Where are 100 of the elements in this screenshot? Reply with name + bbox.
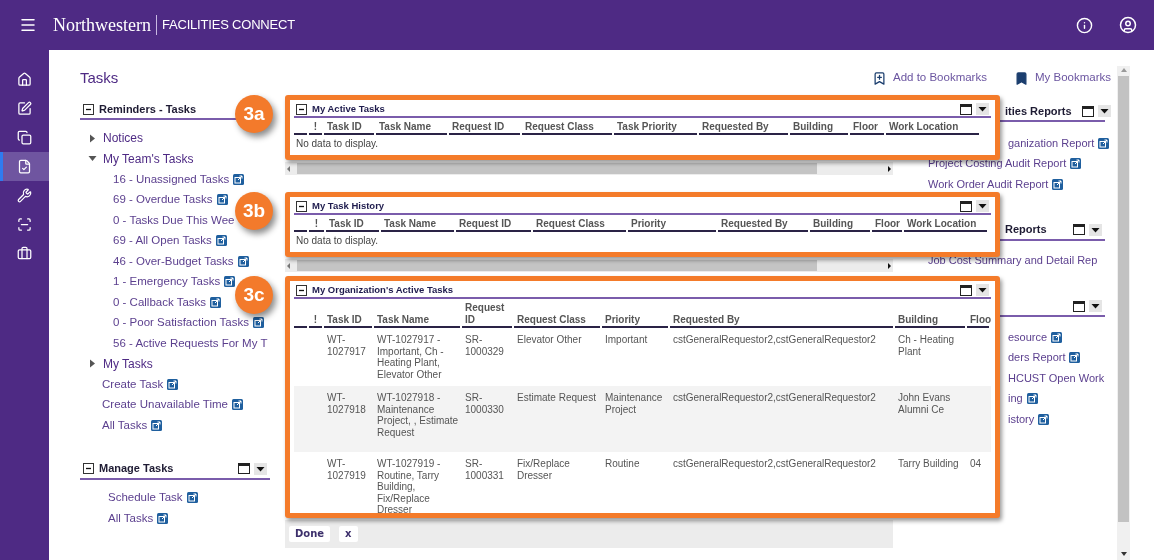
column-header[interactable]: Request Class	[533, 218, 626, 232]
popup-icon[interactable]	[1070, 158, 1082, 170]
footer-button[interactable]: x	[339, 526, 358, 542]
popup-icon[interactable]	[151, 419, 163, 431]
vertical-scrollbar[interactable]	[1117, 66, 1130, 560]
column-header[interactable]: Task Name	[381, 218, 454, 232]
dropdown-icon[interactable]	[976, 200, 989, 212]
bookmark-link[interactable]: My Bookmarks	[1013, 69, 1111, 87]
column-header[interactable]: Requested By	[718, 218, 808, 232]
task-link[interactable]: 0 - Callback Tasks	[113, 293, 207, 311]
task-link[interactable]: All Tasks	[108, 509, 154, 527]
popup-icon[interactable]	[215, 235, 227, 247]
task-link[interactable]: 0 - Poor Satisfaction Tasks	[113, 314, 249, 332]
report-link[interactable]: ganization Report	[1008, 136, 1095, 150]
task-link[interactable]: Schedule Task	[108, 489, 183, 507]
column-header[interactable]: Task Priority	[614, 121, 697, 135]
column-header[interactable]: Task Name	[376, 121, 447, 135]
report-link[interactable]: ing	[1008, 392, 1023, 406]
column-header[interactable]: Floor	[872, 218, 902, 232]
report-link[interactable]: HCUST Open Work	[1008, 371, 1105, 385]
collapse-icon[interactable]	[83, 463, 94, 474]
window-icon[interactable]	[1073, 300, 1085, 312]
account-icon[interactable]	[1119, 16, 1137, 34]
column-header[interactable]: Building	[810, 218, 870, 232]
task-link[interactable]: 69 - Overdue Tasks	[113, 191, 213, 209]
footer-button[interactable]: Done	[289, 526, 331, 542]
dropdown-icon[interactable]	[1089, 223, 1102, 236]
horizontal-scrollbar[interactable]	[285, 162, 893, 175]
popup-icon[interactable]	[216, 194, 228, 206]
window-icon[interactable]	[960, 284, 972, 296]
popup-icon[interactable]	[1098, 137, 1110, 149]
popup-icon[interactable]	[167, 378, 179, 390]
menu-icon[interactable]	[19, 16, 37, 34]
window-icon[interactable]	[238, 463, 250, 474]
window-icon[interactable]	[1081, 105, 1094, 117]
task-link[interactable]: 69 - All Open Tasks	[113, 232, 212, 250]
bookmark-link[interactable]: Add to Bookmarks	[872, 69, 987, 87]
report-link[interactable]: istory	[1008, 412, 1035, 426]
dropdown-icon[interactable]	[976, 284, 989, 296]
task-link[interactable]: 16 - Unassigned Tasks	[113, 170, 230, 188]
column-header[interactable]: Building	[790, 121, 848, 135]
task-link[interactable]: Create Unavailable Time	[102, 396, 228, 414]
scroll-down-arrow-icon[interactable]	[1119, 550, 1128, 558]
scroll-right-arrow-icon[interactable]	[885, 261, 893, 270]
column-header[interactable]: Request ID	[449, 121, 520, 135]
scroll-right-arrow-icon[interactable]	[885, 164, 893, 173]
dropdown-icon[interactable]	[1097, 105, 1111, 117]
expanded-arrow-icon[interactable]	[88, 154, 97, 164]
task-link[interactable]: All Tasks	[102, 416, 148, 434]
popup-icon[interactable]	[1051, 331, 1063, 343]
report-link[interactable]: ders Report	[1008, 351, 1066, 365]
collapse-icon[interactable]	[296, 284, 307, 296]
collapsed-arrow-icon[interactable]	[88, 359, 97, 369]
horizontal-scrollbar[interactable]	[285, 259, 893, 272]
tree-item[interactable]: My Team's Tasks	[103, 149, 194, 168]
column-header[interactable]: Request Class	[522, 121, 612, 135]
collapse-icon[interactable]	[296, 200, 307, 212]
popup-icon[interactable]	[157, 512, 169, 524]
popup-icon[interactable]	[237, 255, 249, 267]
column-header[interactable]: Request ID	[456, 218, 531, 232]
window-icon[interactable]	[1073, 224, 1085, 235]
popup-icon[interactable]	[231, 399, 243, 411]
task-link[interactable]: 46 - Over-Budget Tasks	[113, 252, 234, 270]
popup-icon[interactable]	[1038, 413, 1050, 425]
popup-icon[interactable]	[1026, 393, 1038, 405]
report-link[interactable]: esource	[1008, 330, 1048, 344]
dropdown-icon[interactable]	[1089, 300, 1102, 312]
task-link[interactable]: Create Task	[102, 375, 164, 393]
window-icon[interactable]	[960, 103, 972, 115]
scroll-left-arrow-icon[interactable]	[285, 164, 293, 173]
rail-item[interactable]	[0, 152, 49, 181]
info-icon[interactable]	[1076, 16, 1093, 34]
popup-icon[interactable]	[233, 173, 245, 185]
dropdown-icon[interactable]	[254, 462, 267, 475]
popup-icon[interactable]	[1069, 352, 1081, 364]
popup-icon[interactable]	[224, 276, 236, 288]
popup-icon[interactable]	[210, 296, 222, 308]
column-header[interactable]: Floor	[850, 121, 884, 135]
task-link[interactable]: 56 - Active Requests For My T	[113, 334, 268, 352]
dropdown-icon[interactable]	[976, 103, 989, 115]
report-link[interactable]: Work Order Audit Report	[928, 177, 1049, 191]
column-header[interactable]: !	[309, 218, 324, 232]
task-link[interactable]: 0 - Tasks Due This Wee	[113, 211, 235, 229]
collapse-icon[interactable]	[83, 103, 94, 115]
column-header[interactable]: Priority	[628, 218, 716, 232]
tree-item[interactable]: My Tasks	[103, 354, 153, 373]
column-header[interactable]: Work Location	[886, 121, 979, 135]
popup-icon[interactable]	[186, 492, 198, 504]
task-link[interactable]: 1 - Emergency Tasks	[113, 273, 221, 291]
column-header[interactable]: !	[309, 121, 322, 135]
collapsed-arrow-icon[interactable]	[88, 133, 97, 143]
popup-icon[interactable]	[252, 317, 264, 329]
column-header[interactable]: Task ID	[326, 218, 379, 232]
column-header[interactable]: Work Location	[904, 218, 987, 232]
scroll-left-arrow-icon[interactable]	[285, 261, 293, 270]
column-header[interactable]: Task ID	[324, 121, 374, 135]
column-header[interactable]: Requested By	[699, 121, 788, 135]
tree-item[interactable]: Notices	[103, 129, 143, 148]
collapse-icon[interactable]	[296, 103, 307, 115]
popup-icon[interactable]	[1052, 178, 1064, 190]
